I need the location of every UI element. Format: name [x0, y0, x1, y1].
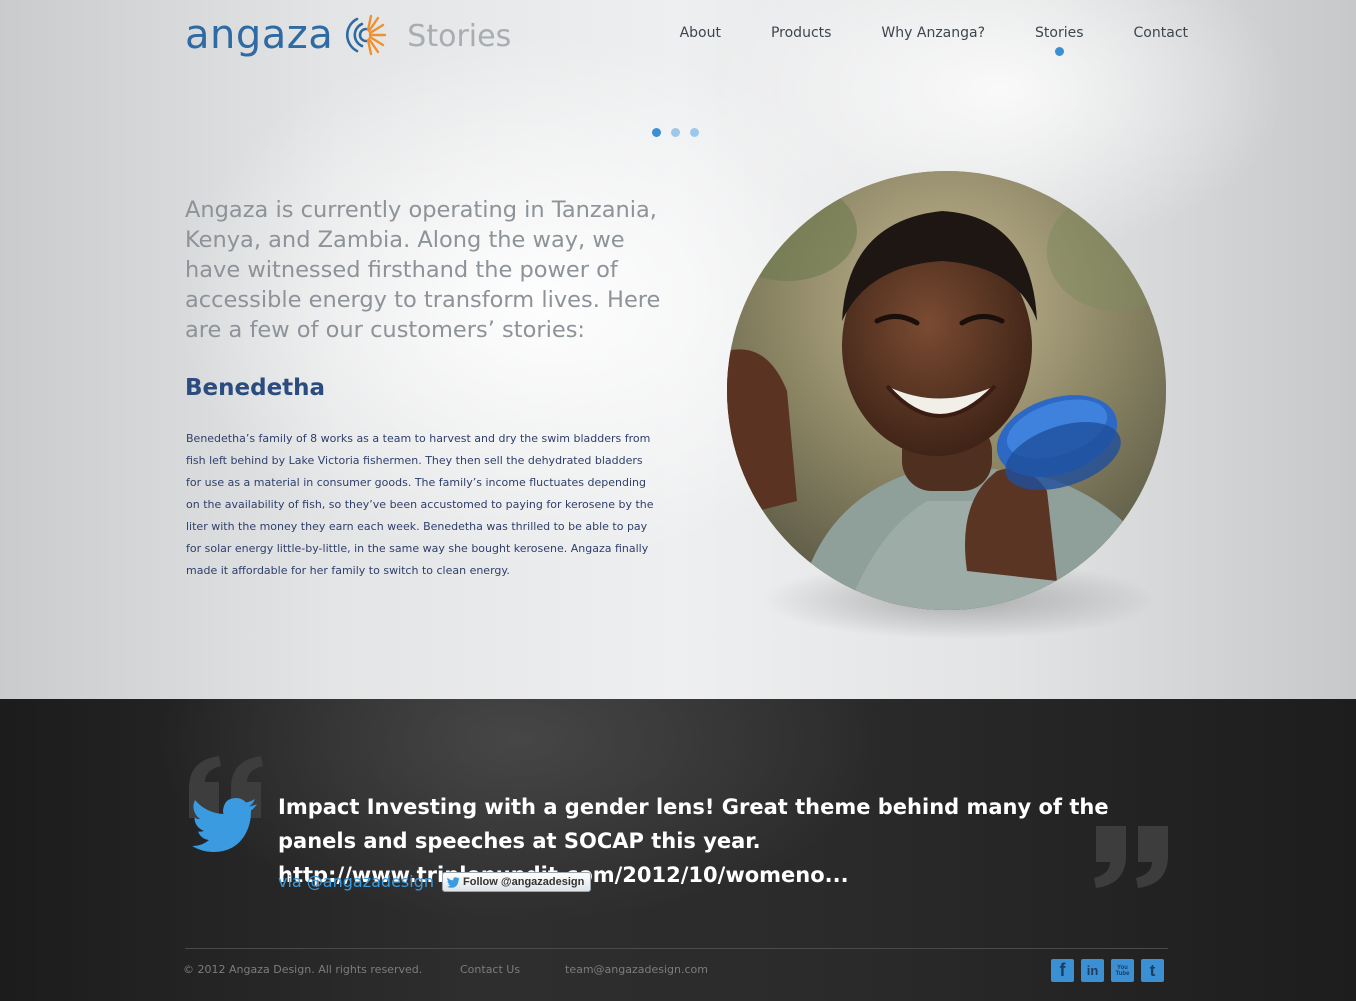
twitter-follow-button[interactable]: Follow @angazadesign [442, 872, 592, 892]
twitter-small-icon [447, 876, 460, 888]
nav-item-products[interactable]: Products [771, 25, 831, 41]
linkedin-icon[interactable]: in [1081, 959, 1104, 982]
story-text: Benedetha’s family of 8 works as a team … [186, 432, 654, 577]
contact-us-link[interactable]: Contact Us [460, 963, 520, 976]
logo-mark-icon [346, 14, 387, 56]
nav-item-contact[interactable]: Contact [1134, 25, 1188, 41]
slider-dot-2[interactable] [671, 128, 680, 137]
follow-button-label: Follow @angazadesign [463, 876, 585, 888]
email-link[interactable]: team@angazadesign.com [565, 963, 708, 976]
slider-dot-3[interactable] [690, 128, 699, 137]
nav-item-stories[interactable]: Stories [1035, 25, 1084, 56]
slider-pagination [652, 128, 699, 137]
social-links: f in You Tube t [1051, 959, 1164, 982]
logo[interactable]: angaza Stories [185, 10, 511, 60]
customer-photo [727, 171, 1166, 610]
tweet-via-link[interactable]: via @angazadesign [278, 872, 434, 891]
nav-item-why-anzanga[interactable]: Why Anzanga? [881, 25, 985, 41]
footer-divider [185, 948, 1168, 949]
nav-item-about[interactable]: About [680, 25, 721, 41]
slider-dot-1[interactable] [652, 128, 661, 137]
tumblr-icon[interactable]: t [1141, 959, 1164, 982]
youtube-icon[interactable]: You Tube [1111, 959, 1134, 982]
logo-wordmark: angaza [185, 12, 334, 58]
hero-section: angaza Stories About Products Why Anzang… [0, 0, 1356, 699]
main-nav: About Products Why Anzanga? Stories Cont… [630, 25, 1188, 56]
section-title: Stories [407, 18, 512, 54]
twitter-bird-icon [192, 798, 257, 852]
facebook-icon[interactable]: f [1051, 959, 1074, 982]
intro-text: Angaza is currently operating in Tanzani… [185, 197, 661, 343]
customer-photo-illustration [727, 171, 1166, 610]
copyright-text: © 2012 Angaza Design. All rights reserve… [183, 963, 423, 976]
story-name: Benedetha [185, 375, 326, 401]
